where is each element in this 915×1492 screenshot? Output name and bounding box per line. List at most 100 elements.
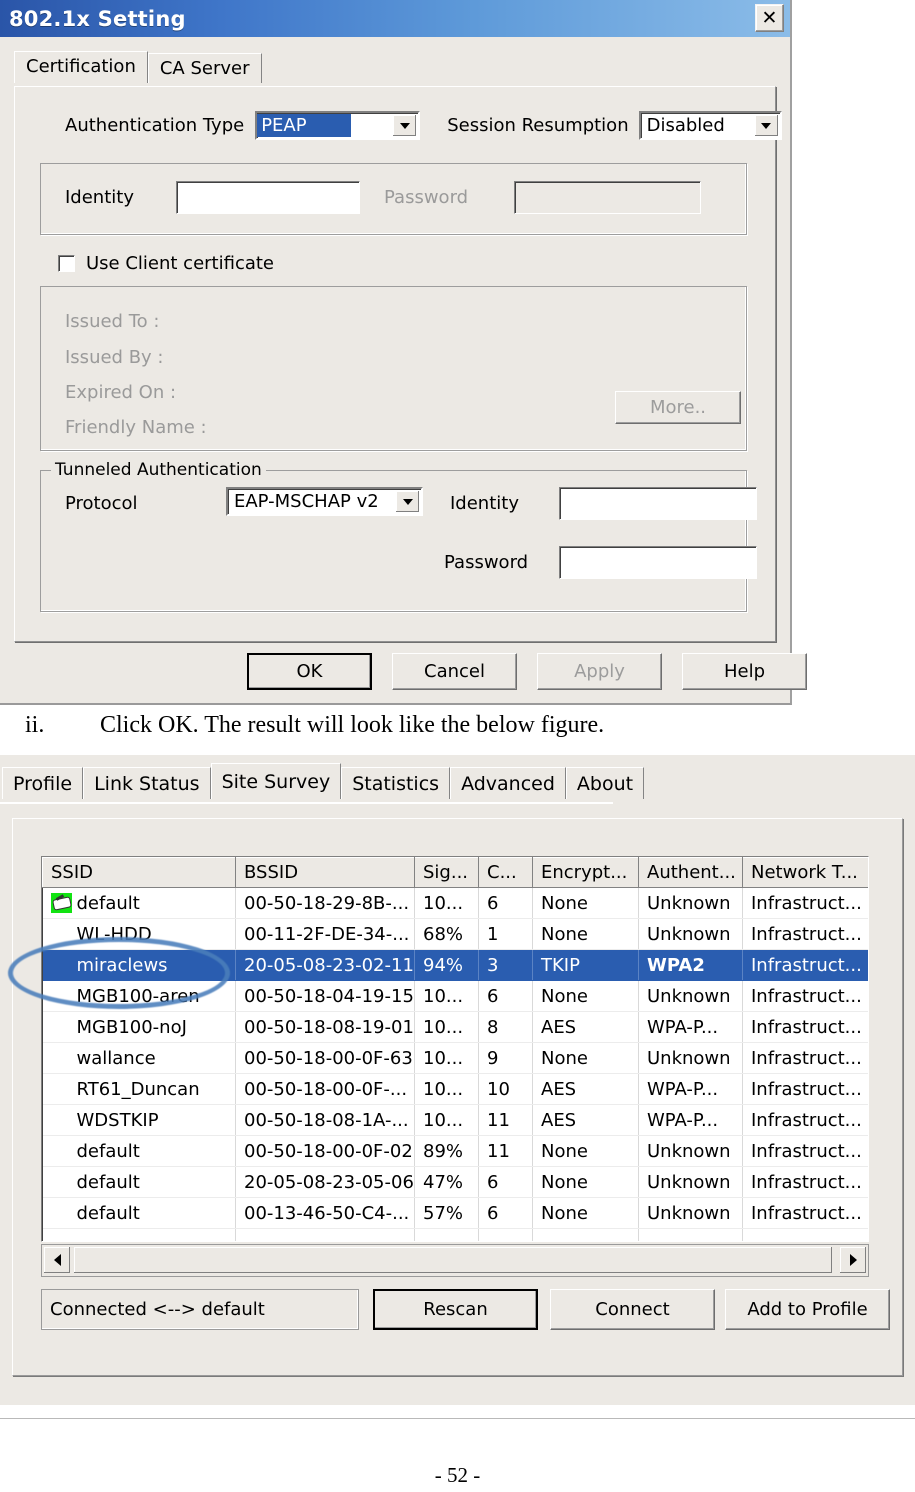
cell-encryption: AES [532, 1011, 639, 1043]
table-row[interactable]: default 00-13-46-50-C4-... 57% 6 None Unknown… [42, 1197, 868, 1229]
help-button[interactable]: Help [682, 653, 807, 690]
cell-channel: 10 [478, 1073, 533, 1105]
cell-network-type: Infrastruct... [742, 1011, 868, 1043]
cell-network-type: Infrastruct... [742, 887, 868, 919]
scrollbar-thumb[interactable] [74, 1247, 832, 1273]
session-resumption-value: Disabled [646, 115, 725, 136]
table-row[interactable]: WDSTKIP 00-50-18-08-1A-... 10... 11 AES WPA-P… [42, 1104, 868, 1136]
cell-empty [235, 1228, 415, 1241]
ssid-label: MGB100-noJ [76, 1016, 187, 1038]
tab-site-survey[interactable]: Site Survey [210, 763, 342, 799]
tab-certification[interactable]: Certification [14, 51, 148, 83]
ssid-label: miraclews [76, 954, 168, 976]
cell-signal: 10... [414, 1073, 479, 1105]
cell-encryption: None [532, 887, 639, 919]
connect-button[interactable]: Connect [550, 1289, 715, 1330]
cancel-button[interactable]: Cancel [392, 653, 517, 690]
tunneled-password-input[interactable] [559, 546, 757, 579]
tab-link-status[interactable]: Link Status [83, 767, 211, 799]
cell-ssid: WDSTKIP [42, 1104, 236, 1136]
scroll-left-arrow-icon[interactable] [44, 1247, 70, 1273]
ssid-label: WDSTKIP [76, 1109, 159, 1131]
tab-advanced[interactable]: Advanced [450, 767, 566, 799]
table-row[interactable]: default 20-05-08-23-05-06 47% 6 None Unknown I… [42, 1166, 868, 1198]
tunneled-identity-input[interactable] [559, 487, 757, 520]
cell-ssid: MGB100-aren [42, 980, 236, 1012]
column-header-network-type[interactable]: Network T... [742, 857, 868, 888]
column-header-ssid[interactable]: SSID [42, 857, 236, 888]
dialog-802-1x-setting: 802.1x Setting ✕ Certification CA Server… [0, 0, 807, 705]
cell-channel: 3 [478, 949, 533, 981]
utility-tabstrip: Profile Link Status Site Survey Statisti… [2, 763, 645, 799]
protocol-label: Protocol [65, 493, 138, 514]
table-row[interactable]: MGB100-noJ 00-50-18-08-19-01 10... 8 AES WPA-… [42, 1011, 868, 1043]
column-header-authentication[interactable]: Authent... [638, 857, 743, 888]
cell-channel: 6 [478, 1166, 533, 1198]
cell-signal: 10... [414, 887, 479, 919]
table-row[interactable]: WL-HDD 00-11-2F-DE-34-... 68% 1 None Unknown I… [42, 918, 868, 950]
table-row[interactable]: RT61_Duncan 00-50-18-00-0F-... 10... 10 AES W… [42, 1073, 868, 1105]
cell-authentication: Unknown [638, 1042, 743, 1074]
cell-bssid: 00-50-18-04-19-15 [235, 980, 415, 1012]
cell-bssid: 00-50-18-00-0F-... [235, 1073, 415, 1105]
friendly-name-label: Friendly Name : [65, 417, 207, 438]
ssid-label: RT61_Duncan [76, 1078, 200, 1100]
session-resumption-combo[interactable]: Disabled [638, 111, 782, 140]
column-header-encryption[interactable]: Encrypt... [532, 857, 639, 888]
protocol-combo[interactable]: EAP-MSCHAP v2 [226, 487, 423, 516]
ssid-label: default [76, 1171, 140, 1193]
auth-type-combo[interactable]: PEAP [255, 111, 421, 140]
tabstrip-divider [0, 802, 613, 804]
tab-ca-server[interactable]: CA Server [147, 53, 262, 83]
table-row[interactable]: MGB100-aren 00-50-18-04-19-15 10... 6 None Un… [42, 980, 868, 1012]
password-input[interactable] [514, 181, 701, 214]
horizontal-scrollbar[interactable] [41, 1244, 869, 1277]
apply-button: Apply [537, 653, 662, 690]
add-to-profile-button[interactable]: Add to Profile [725, 1289, 890, 1330]
cell-ssid: wallance [42, 1042, 236, 1074]
password-label: Password [384, 187, 469, 208]
ok-button[interactable]: OK [247, 653, 372, 690]
cell-encryption: None [532, 918, 639, 950]
cell-network-type: Infrastruct... [742, 980, 868, 1012]
tunneled-authentication-title: Tunneled Authentication [51, 460, 266, 480]
cell-empty [638, 1228, 743, 1241]
identity-label: Identity [65, 187, 134, 208]
rescan-button[interactable]: Rescan [373, 1289, 538, 1330]
tab-about[interactable]: About [565, 767, 645, 799]
scroll-right-arrow-icon[interactable] [840, 1247, 866, 1273]
tunneled-identity-label: Identity [450, 493, 519, 514]
tab-profile[interactable]: Profile [2, 767, 84, 799]
chevron-down-icon[interactable] [396, 491, 419, 512]
tab-statistics[interactable]: Statistics [341, 767, 451, 799]
table-row[interactable]: wallance 00-50-18-00-0F-63 10... 9 None Unkno… [42, 1042, 868, 1074]
table-row[interactable]: miraclews 20-05-08-23-02-11 94% 3 TKIP WPA2 In… [42, 949, 868, 981]
cell-empty [414, 1228, 479, 1241]
cell-channel: 11 [478, 1104, 533, 1136]
protocol-value: EAP-MSCHAP v2 [234, 491, 379, 512]
cell-network-type: Infrastruct... [742, 949, 868, 981]
cell-ssid: default [42, 1197, 236, 1229]
chevron-down-icon[interactable] [393, 115, 417, 136]
use-client-certificate-label: Use Client certificate [86, 253, 275, 274]
use-client-certificate-row[interactable]: Use Client certificate [58, 253, 274, 274]
cell-signal: 10... [414, 1042, 479, 1074]
column-header-bssid[interactable]: BSSID [235, 857, 415, 888]
cell-bssid: 20-05-08-23-02-11 [235, 949, 415, 981]
site-survey-table: SSID BSSID Sig... C... Encrypt... Authen… [42, 857, 868, 1241]
chevron-down-icon[interactable] [754, 115, 778, 136]
table-row[interactable]: default 00-50-18-29-8B-... 10... 6 None Unkno… [42, 887, 868, 919]
table-row[interactable]: default 00-50-18-00-0F-02 89% 11 None Unknown… [42, 1135, 868, 1167]
cell-signal: 57% [414, 1197, 479, 1229]
more-button[interactable]: More.. [615, 391, 741, 424]
column-header-signal[interactable]: Sig... [414, 857, 479, 888]
close-icon[interactable]: ✕ [755, 4, 784, 32]
cell-channel: 11 [478, 1135, 533, 1167]
cell-bssid: 00-50-18-08-1A-... [235, 1104, 415, 1136]
cell-authentication: Unknown [638, 1166, 743, 1198]
use-client-certificate-checkbox[interactable] [58, 255, 75, 272]
identity-input[interactable] [176, 181, 360, 214]
cell-network-type: Infrastruct... [742, 1073, 868, 1105]
column-header-channel[interactable]: C... [478, 857, 533, 888]
auth-type-label: Authentication Type [65, 115, 245, 136]
